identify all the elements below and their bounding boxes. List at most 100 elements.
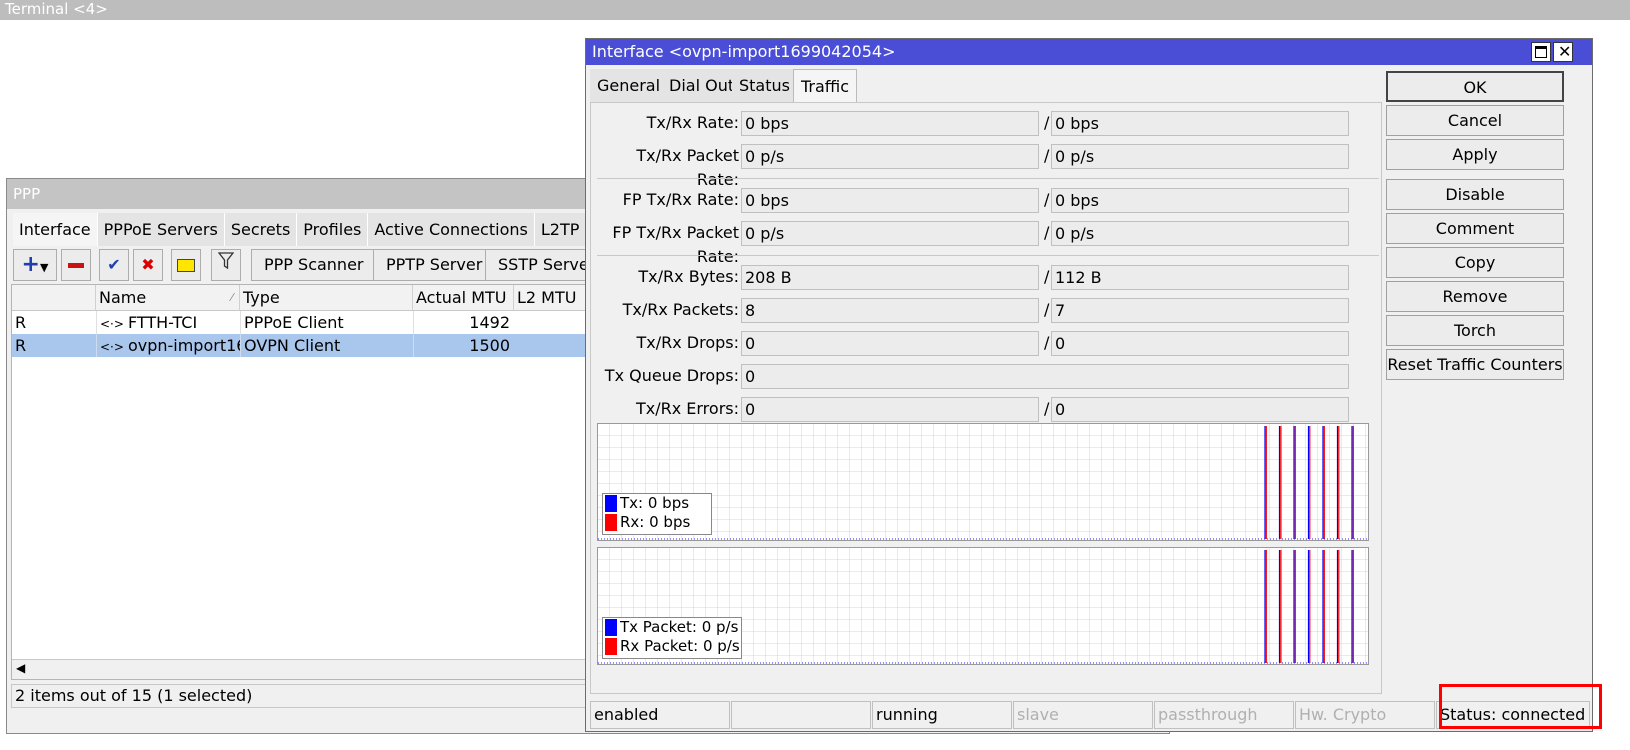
tab-pppoe-servers[interactable]: PPPoE Servers: [97, 213, 225, 246]
remove-button[interactable]: [61, 249, 91, 281]
filter-icon: [217, 252, 235, 274]
bytes-label: Tx/Rx Bytes:: [638, 267, 739, 286]
traffic-graph-canvas: [598, 424, 1368, 540]
scroll-left-icon[interactable]: ◀: [16, 661, 25, 675]
row-mtu: 1492: [413, 311, 514, 334]
fp-packet-rate-label: FP Tx/Rx Packet Rate:: [612, 223, 739, 266]
rx-packets-field[interactable]: 7: [1051, 298, 1349, 323]
dialog-title-bar[interactable]: Interface <ovpn-import1699042054>: [586, 39, 1592, 65]
legend-tx-packet: Tx Packet: 0 p/s: [603, 618, 741, 637]
tx-drops-field[interactable]: 0: [741, 331, 1039, 356]
enable-button[interactable]: ✔: [99, 249, 129, 281]
tx-packet-rate-field[interactable]: 0 p/s: [741, 144, 1039, 169]
row-type: PPPoE Client: [240, 311, 413, 334]
torch-button[interactable]: Torch: [1386, 315, 1564, 346]
queue-drops-label: Tx Queue Drops:: [604, 366, 739, 385]
ppp-interface-icon: <·>: [100, 340, 124, 354]
close-button[interactable]: ✕: [1553, 42, 1573, 62]
minus-icon: [68, 263, 84, 268]
fp-rx-packet-rate-field[interactable]: 0 p/s: [1051, 221, 1349, 246]
rx-packet-rate-field[interactable]: 0 p/s: [1051, 144, 1349, 169]
cancel-button[interactable]: Cancel: [1386, 105, 1564, 136]
tab-active-connections[interactable]: Active Connections: [368, 213, 535, 246]
drops-label: Tx/Rx Drops:: [636, 333, 739, 352]
tx-swatch: [605, 495, 617, 512]
column-name[interactable]: Name ⁄: [96, 285, 240, 311]
packet-legend: Tx Packet: 0 p/s Rx Packet: 0 p/s: [602, 617, 742, 659]
interface-dialog: Interface <ovpn-import1699042054> ✕ Gene…: [585, 38, 1593, 732]
column-actual-mtu[interactable]: Actual MTU: [413, 285, 514, 311]
row-flag: R: [15, 336, 27, 355]
tab-dial-out[interactable]: Dial Out: [662, 69, 743, 102]
traffic-panel: Tx/Rx Rate: 0 bps / 0 bps Tx/Rx Packet R…: [590, 102, 1382, 694]
txrx-rate-label: Tx/Rx Rate:: [646, 113, 739, 132]
tx-rate-field[interactable]: 0 bps: [741, 111, 1039, 136]
highlight-box: [1439, 684, 1602, 729]
status-hw-crypto: Hw. Crypto: [1295, 701, 1435, 729]
rx-rate-field[interactable]: 0 bps: [1051, 111, 1349, 136]
plus-icon: +: [21, 252, 40, 277]
sort-icon: ⁄: [231, 291, 233, 304]
fp-tx-rate-field[interactable]: 0 bps: [741, 188, 1039, 213]
disable-button[interactable]: ✖: [133, 249, 163, 281]
dialog-title: Interface <ovpn-import1699042054>: [592, 42, 896, 61]
ppp-tabs: Interface PPPoE Servers Secrets Profiles…: [13, 213, 628, 246]
tab-interface[interactable]: Interface: [13, 213, 98, 246]
note-icon: [177, 259, 195, 272]
disable-button[interactable]: Disable: [1386, 179, 1564, 210]
legend-tx: Tx: 0 bps: [603, 494, 711, 513]
comment-button[interactable]: Comment: [1386, 213, 1564, 244]
traffic-legend: Tx: 0 bps Rx: 0 bps: [602, 493, 712, 535]
check-icon: ✔: [107, 255, 121, 274]
legend-rx: Rx: 0 bps: [603, 513, 711, 532]
rx-errors-field[interactable]: 0: [1051, 397, 1349, 422]
comment-button[interactable]: [171, 249, 201, 281]
chevron-down-icon: ▼: [39, 261, 49, 274]
terminal-title-bar[interactable]: Terminal <4>: [0, 0, 1630, 20]
reset-traffic-counters-button[interactable]: Reset Traffic Counters: [1386, 349, 1564, 380]
packets-label: Tx/Rx Packets:: [622, 300, 739, 319]
ppp-scanner-button[interactable]: PPP Scanner: [251, 249, 377, 281]
ppp-interface-icon: <·>: [100, 317, 124, 331]
tx-packets-field[interactable]: 8: [741, 298, 1039, 323]
copy-button[interactable]: Copy: [1386, 247, 1564, 278]
maximize-icon: [1535, 46, 1547, 58]
rx-swatch: [605, 638, 617, 655]
errors-label: Tx/Rx Errors:: [635, 399, 739, 418]
row-flag: R: [15, 313, 27, 332]
terminal-title: Terminal <4>: [5, 0, 108, 18]
rx-drops-field[interactable]: 0: [1051, 331, 1349, 356]
divider: [597, 255, 1379, 256]
status-running: running: [872, 701, 1012, 729]
add-button[interactable]: +▼: [13, 249, 57, 281]
maximize-button[interactable]: [1531, 42, 1551, 62]
status-passthrough: passthrough: [1154, 701, 1294, 729]
tx-queue-drops-field[interactable]: 0: [741, 364, 1349, 389]
tab-status[interactable]: Status: [732, 69, 798, 102]
tx-swatch: [605, 619, 617, 636]
tab-secrets[interactable]: Secrets: [224, 213, 298, 246]
column-flags[interactable]: [12, 285, 96, 311]
apply-button[interactable]: Apply: [1386, 139, 1564, 170]
tx-bytes-field[interactable]: 208 B: [741, 265, 1039, 290]
traffic-graph: Tx: 0 bps Rx: 0 bps: [597, 423, 1369, 541]
tab-profiles[interactable]: Profiles: [297, 213, 369, 246]
rx-bytes-field[interactable]: 112 B: [1051, 265, 1349, 290]
column-type[interactable]: Type: [240, 285, 413, 311]
tab-traffic[interactable]: Traffic: [793, 69, 858, 102]
tab-general[interactable]: General: [590, 69, 669, 102]
tx-errors-field[interactable]: 0: [741, 397, 1039, 422]
remove-button[interactable]: Remove: [1386, 281, 1564, 312]
fp-rate-label: FP Tx/Rx Rate:: [622, 190, 739, 209]
row-name: <·>ovpn-import16...: [96, 334, 240, 357]
fp-rx-rate-field[interactable]: 0 bps: [1051, 188, 1349, 213]
fp-tx-packet-rate-field[interactable]: 0 p/s: [741, 221, 1039, 246]
x-icon: ✖: [141, 255, 155, 274]
close-icon: ✕: [1558, 42, 1572, 61]
row-mtu: 1500: [413, 334, 514, 357]
pptp-server-button[interactable]: PPTP Server: [373, 249, 496, 281]
row-type: OVPN Client: [240, 334, 413, 357]
ok-button[interactable]: OK: [1386, 71, 1564, 102]
status-blank: [731, 701, 871, 729]
filter-button[interactable]: [211, 249, 241, 281]
